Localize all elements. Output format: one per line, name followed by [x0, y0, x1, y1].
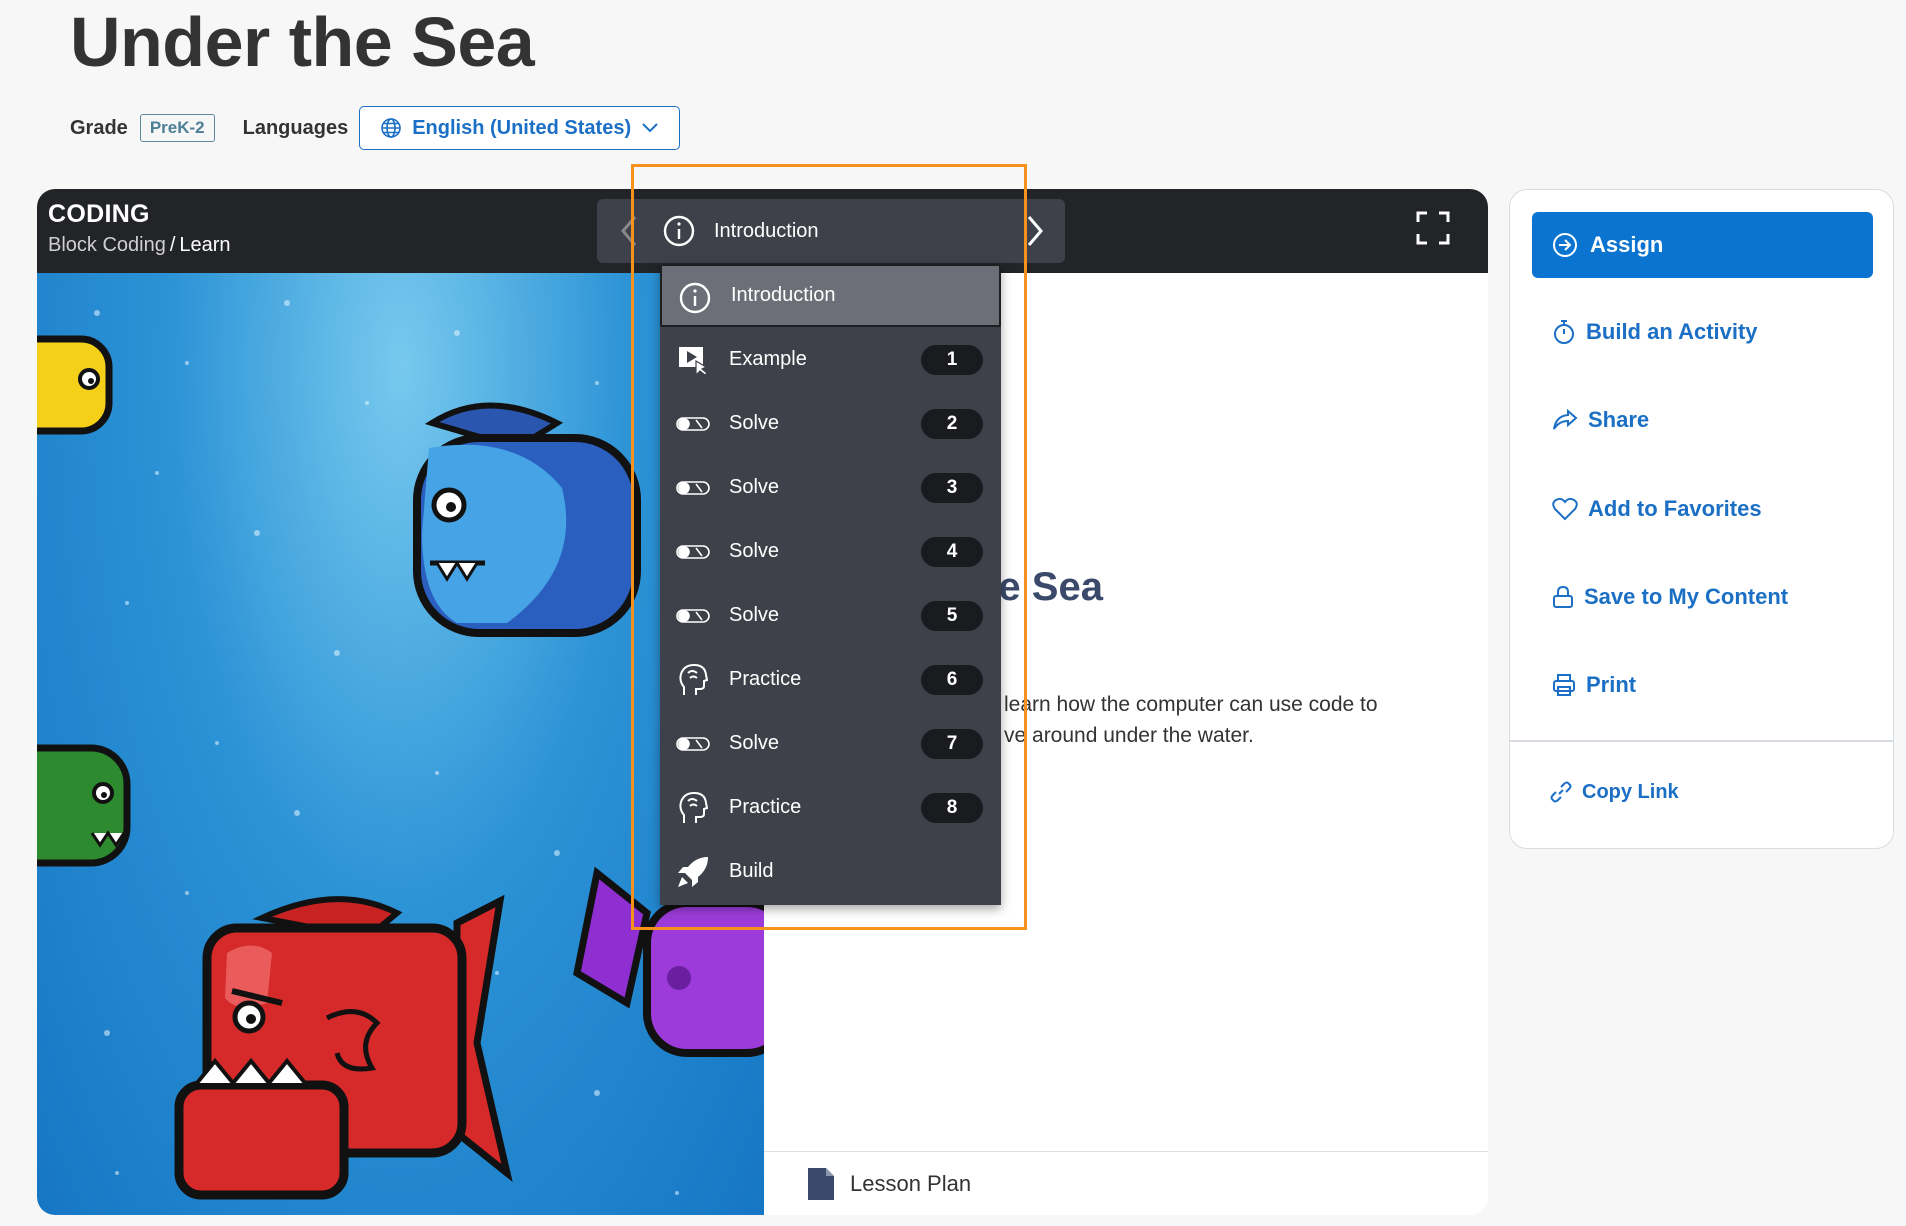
menu-item-label: Solve: [729, 476, 780, 498]
breadcrumb-parent[interactable]: Block Coding: [48, 234, 166, 256]
print-button[interactable]: Print: [1552, 668, 1636, 702]
step-dropdown-menu: Introduction Example 1 Solve 2 Solve 3 S…: [660, 264, 1001, 905]
printer-icon: [1553, 674, 1575, 696]
favorites-label: Add to Favorites: [1588, 496, 1762, 521]
play-cursor-icon: [676, 343, 710, 377]
toggle-icon: [676, 407, 710, 441]
menu-item-number: 4: [921, 536, 983, 567]
step-navigator: Introduction: [597, 199, 1065, 263]
assign-button[interactable]: Assign: [1532, 212, 1873, 278]
save-label: Save to My Content: [1584, 584, 1789, 609]
menu-item-label: Example: [729, 348, 807, 370]
sidebar-divider: [1510, 740, 1893, 742]
menu-item-number: 7: [921, 728, 983, 759]
step-selector[interactable]: Introduction: [662, 199, 819, 263]
head-icon: [676, 663, 710, 697]
chevron-down-icon: [642, 123, 658, 133]
yellow-fish: [37, 335, 113, 435]
content-description-line: ve around under the water.: [1004, 724, 1254, 747]
page: Under the Sea Grade PreK-2 Languages Eng…: [0, 0, 1906, 1226]
assign-label: Assign: [1590, 232, 1664, 257]
share-label: Share: [1588, 407, 1650, 432]
menu-item-label: Build: [729, 860, 774, 882]
toggle-icon: [676, 471, 710, 505]
breadcrumb-current: Learn: [179, 234, 231, 256]
build-activity-button[interactable]: Build an Activity: [1552, 315, 1758, 349]
content-description-line: learn how the computer can use code to: [1004, 693, 1378, 716]
toggle-icon: [676, 727, 710, 761]
page-title: Under the Sea: [70, 3, 535, 81]
breadcrumb: Block Coding / Learn: [48, 234, 231, 257]
add-to-favorites-button[interactable]: Add to Favorites: [1552, 492, 1762, 526]
menu-item-label: Introduction: [731, 284, 836, 306]
menu-item-solve[interactable]: Solve 3: [660, 456, 1001, 519]
red-fish: [174, 894, 513, 1200]
toggle-icon: [676, 599, 710, 633]
head-icon: [676, 791, 710, 825]
save-to-my-content-button[interactable]: Save to My Content: [1552, 580, 1788, 614]
actions-sidebar: Assign Build an Activity Share Add to Fa…: [1509, 189, 1894, 849]
info-icon: [678, 281, 712, 315]
lesson-illustration: [37, 273, 764, 1215]
menu-item-solve[interactable]: Solve 7: [660, 712, 1001, 775]
stopwatch-icon: [1554, 320, 1574, 344]
green-fish: [37, 744, 131, 867]
menu-item-number: 1: [921, 344, 983, 375]
lesson-plan-label: Lesson Plan: [850, 1170, 972, 1196]
menu-item-practice[interactable]: Practice 6: [660, 648, 1001, 711]
menu-item-label: Solve: [729, 732, 780, 754]
menu-item-label: Practice: [729, 668, 802, 690]
menu-item-number: 2: [921, 408, 983, 439]
lock-icon: [1553, 585, 1573, 608]
menu-item-solve[interactable]: Solve 2: [660, 392, 1001, 455]
menu-item-solve[interactable]: Solve 5: [660, 584, 1001, 647]
copy-link-label: Copy Link: [1582, 780, 1679, 803]
menu-item-example[interactable]: Example 1: [660, 328, 1001, 391]
info-icon: [663, 215, 695, 247]
blue-fish: [413, 402, 641, 637]
globe-icon: [381, 118, 402, 138]
link-icon: [1550, 781, 1572, 803]
rocket-icon: [676, 855, 710, 889]
language-select[interactable]: English (United States): [359, 106, 681, 150]
content-description: learn how the computer can use code to v…: [1004, 689, 1454, 751]
share-icon: [1553, 409, 1578, 430]
document-icon: [808, 1167, 834, 1200]
grade-label: Grade: [70, 116, 128, 139]
menu-item-build[interactable]: Build: [660, 840, 1001, 903]
print-label: Print: [1586, 672, 1637, 697]
heart-icon: [1552, 497, 1578, 521]
menu-item-label: Solve: [729, 412, 780, 434]
menu-item-number: 5: [921, 600, 983, 631]
step-selector-label: Introduction: [714, 219, 819, 242]
grade-badge: PreK-2: [139, 114, 215, 142]
menu-item-label: Solve: [729, 604, 780, 626]
build-activity-label: Build an Activity: [1586, 319, 1758, 344]
lesson-category: CODING: [48, 200, 150, 228]
lesson-plan-link[interactable]: Lesson Plan: [764, 1151, 1488, 1215]
breadcrumb-separator: /: [169, 234, 176, 256]
chevron-left-icon[interactable]: [619, 213, 639, 249]
languages-label: Languages: [242, 116, 349, 139]
menu-item-number: 6: [921, 664, 983, 695]
underwater-scene-image: [37, 300, 764, 1200]
fullscreen-icon[interactable]: [1416, 211, 1450, 245]
menu-item-solve[interactable]: Solve 4: [660, 520, 1001, 583]
menu-item-practice[interactable]: Practice 8: [660, 776, 1001, 839]
arrow-circle-icon: [1553, 233, 1577, 257]
share-button[interactable]: Share: [1552, 403, 1649, 437]
menu-item-number: 8: [921, 792, 983, 823]
meta-row: Grade PreK-2 Languages English (United S…: [70, 106, 681, 150]
copy-link-button[interactable]: Copy Link: [1550, 775, 1679, 809]
menu-item-introduction[interactable]: Introduction: [660, 264, 1001, 327]
language-select-value: English (United States): [412, 116, 632, 139]
menu-item-number: 3: [921, 472, 983, 503]
chevron-right-icon[interactable]: [1025, 213, 1045, 249]
lesson-header-bar: CODING Block Coding / Learn Introduction: [37, 189, 1488, 273]
toggle-icon: [676, 535, 710, 569]
menu-item-label: Solve: [729, 540, 780, 562]
menu-item-label: Practice: [729, 796, 802, 818]
